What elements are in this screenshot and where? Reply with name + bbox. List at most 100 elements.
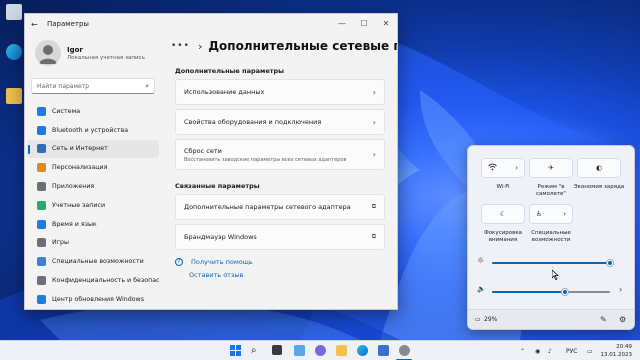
globe-clock-icon — [37, 219, 46, 229]
card-data-usage[interactable]: Использование данных › — [175, 79, 385, 105]
window-controls: — ☐ ✕ — [331, 14, 397, 32]
taskbar-clock[interactable]: 20:49 13.01.2023 — [601, 343, 633, 359]
task-view-icon[interactable] — [272, 345, 282, 355]
sidebar-item[interactable]: Центр обновления Windows — [27, 290, 159, 309]
sidebar-item-label: Центр обновления Windows — [52, 295, 144, 303]
settings-gear-icon[interactable]: ⚙ — [619, 315, 626, 324]
sidebar-item[interactable]: Сеть и Интернет — [27, 139, 159, 159]
file-explorer-icon[interactable] — [336, 345, 347, 356]
accessibility-expand-chevron-icon[interactable]: › — [563, 210, 566, 218]
person-icon — [39, 45, 57, 64]
battery-tray-icon[interactable]: ▭ — [587, 341, 593, 360]
maximize-icon[interactable]: ☐ — [353, 14, 375, 32]
wifi-icon — [488, 163, 497, 173]
chevron-right-icon: › — [372, 117, 376, 127]
sidebar-item-label: Учетные записи — [52, 201, 106, 209]
search-placeholder: Найти параметр — [37, 82, 89, 90]
breadcrumb: ••• › Дополнительные сетевые параметры — [171, 34, 397, 58]
network-tray-icon[interactable]: ◉ — [535, 341, 540, 360]
update-icon — [37, 294, 46, 304]
sidebar: Igor Локальная учетная запись Найти пара… — [25, 34, 161, 309]
monitor-icon — [37, 106, 46, 116]
battery-percent: 29% — [484, 316, 498, 323]
accessibility-icon — [37, 257, 46, 267]
settings-app-icon[interactable] — [399, 345, 410, 356]
section-title-advanced: Дополнительные параметры — [175, 67, 285, 75]
sidebar-item-label: Система — [52, 107, 81, 115]
sidebar-nav: Система Bluetooth и устройства Сеть и Инте… — [25, 102, 161, 309]
brightness-slider-thumb[interactable] — [607, 260, 613, 266]
user-profile[interactable]: Igor Локальная учетная запись — [25, 34, 161, 72]
volume-icon[interactable]: 🔈 — [477, 285, 486, 293]
sidebar-item-label: Игры — [52, 239, 69, 247]
airplane-mode-toggle[interactable]: ✈ — [529, 158, 573, 178]
feedback-link[interactable]: Оставить отзыв — [189, 271, 397, 279]
taskbar: ⌕ ⌃ ◉ ♪ РУС ▭ 20:49 13.01.2023 — [0, 340, 640, 360]
external-link-icon: ⧉ — [371, 233, 376, 240]
card-title: Дополнительные параметры сетевого адапте… — [184, 203, 351, 211]
accessibility-label: Специальные возможности — [531, 230, 571, 243]
card-hardware-properties[interactable]: Свойства оборудования и подключения › — [175, 109, 385, 135]
search-icon[interactable]: ⌕ — [145, 82, 149, 91]
card-title: Сброс сети — [184, 146, 222, 155]
wifi-expand-chevron-icon[interactable]: › — [515, 164, 518, 172]
sidebar-item-label: Время и язык — [52, 220, 97, 228]
sidebar-item[interactable]: Учетные записи — [27, 196, 159, 215]
card-title: Использование данных — [184, 88, 265, 96]
battery-saver-toggle[interactable]: ◐ — [577, 158, 621, 178]
accessibility-toggle[interactable]: ♿ › — [529, 204, 573, 224]
quick-settings-panel: › ✈ ◐ Wi-Fi Режим "в самолете" Экономия … — [467, 145, 635, 330]
minimize-icon[interactable]: — — [331, 14, 353, 32]
bluetooth-icon — [37, 125, 46, 135]
sidebar-item[interactable]: Персонализация — [27, 158, 159, 177]
sidebar-item[interactable]: Время и язык — [27, 215, 159, 234]
help-link[interactable]: ? Получить помощь — [175, 258, 397, 266]
chevron-right-icon: › — [197, 39, 203, 53]
sidebar-item[interactable]: Игры — [27, 234, 159, 253]
brightness-icon: ☼ — [477, 256, 485, 265]
edge-browser-icon[interactable] — [357, 345, 368, 356]
card-network-reset[interactable]: Сброс сети Восстановить заводские параме… — [175, 139, 385, 170]
sidebar-item[interactable]: Специальные возможности — [27, 252, 159, 271]
external-link-icon: ⧉ — [371, 203, 376, 210]
audio-output-chevron-icon[interactable]: › — [619, 285, 622, 294]
battery-saver-label: Экономия заряда — [573, 184, 625, 190]
widgets-icon[interactable] — [294, 345, 305, 356]
focus-assist-toggle[interactable]: ☾ — [481, 204, 525, 224]
sidebar-item[interactable]: Bluetooth и устройства — [27, 121, 159, 140]
volume-slider-thumb[interactable] — [562, 289, 568, 295]
sidebar-item[interactable]: Система — [27, 102, 159, 121]
start-windows-icon[interactable] — [230, 345, 241, 356]
language-indicator[interactable]: РУС — [566, 341, 577, 360]
close-icon[interactable]: ✕ — [375, 14, 397, 32]
volume-tray-icon[interactable]: ♪ — [548, 341, 552, 360]
desktop-icon-folder[interactable] — [2, 88, 26, 105]
help-icon: ? — [175, 258, 183, 266]
sidebar-item-label: Специальные возможности — [52, 258, 144, 266]
taskbar-search-icon[interactable]: ⌕ — [251, 345, 262, 356]
desktop-icon-edge[interactable] — [2, 44, 26, 61]
search-input[interactable]: Найти параметр ⌕ — [31, 78, 155, 94]
tray-overflow-icon[interactable]: ⌃ — [520, 341, 525, 360]
sidebar-item-label: Сеть и Интернет — [52, 145, 108, 153]
teams-chat-icon[interactable] — [315, 345, 326, 356]
brightness-slider-fill — [492, 262, 610, 264]
moon-icon: ☾ — [499, 210, 507, 218]
clock-date: 13.01.2023 — [600, 352, 633, 358]
store-icon[interactable] — [378, 345, 389, 356]
sidebar-item[interactable]: Приложения — [27, 177, 159, 196]
edit-pencil-icon[interactable]: ✎ — [600, 315, 607, 324]
card-firewall[interactable]: Брандмауэр Windows ⧉ — [175, 224, 385, 250]
back-arrow-icon[interactable]: ← — [31, 20, 43, 29]
mouse-cursor-icon — [552, 270, 559, 280]
volume-slider-fill — [492, 291, 565, 293]
section-title-related: Связанные параметры — [175, 182, 260, 190]
wifi-toggle[interactable]: › — [481, 158, 525, 178]
desktop-icon-recycle-bin[interactable] — [2, 4, 26, 21]
battery-saver-icon: ◐ — [595, 164, 603, 172]
settings-window: ← Параметры — ☐ ✕ Igor Локальная учетная… — [24, 13, 398, 310]
breadcrumb-more-button[interactable]: ••• — [171, 41, 190, 51]
sidebar-item[interactable]: Конфиденциальность и безопасность — [27, 271, 159, 290]
card-adapter-options[interactable]: Дополнительные параметры сетевого адапте… — [175, 194, 385, 220]
battery-icon[interactable]: ▭ — [475, 316, 481, 323]
